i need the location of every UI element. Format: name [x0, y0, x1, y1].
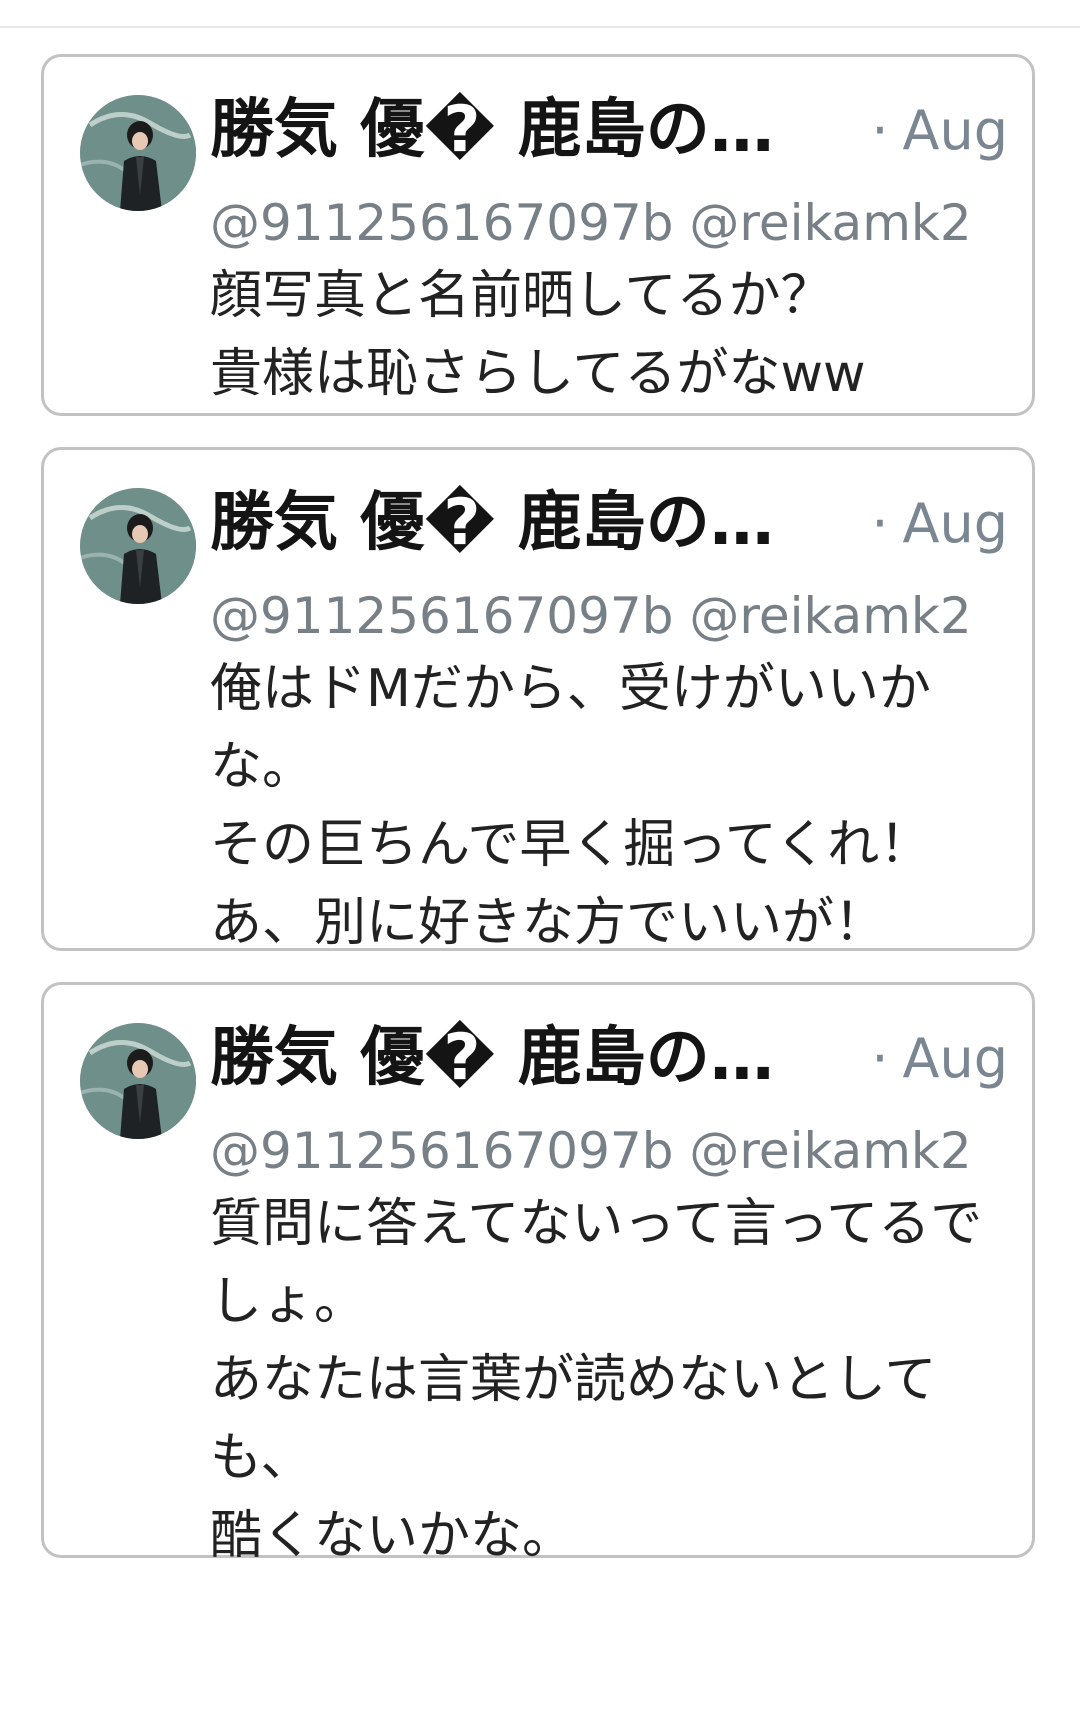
date-label: Aug: [902, 492, 1008, 555]
display-name[interactable]: 勝気 優� 鹿島の絵...: [210, 1013, 830, 1103]
tweet-date[interactable]: · Aug: [871, 1017, 1008, 1101]
tweet-text: 俺はドMだから、受けがいいかな。 その巨ちんで早く掘ってくれ！ あ、別に好きな方…: [210, 659, 932, 953]
avatar-image-icon: [80, 95, 196, 211]
avatar-image-icon: [80, 488, 196, 604]
tweet-date[interactable]: · Aug: [871, 482, 1008, 566]
separator-dot: ·: [871, 1027, 889, 1090]
display-name[interactable]: 勝気 優� 鹿島の絵...: [210, 85, 830, 175]
reply-handles[interactable]: @911256167097b @reikamk2: [210, 185, 972, 261]
tweet-date[interactable]: · Aug: [871, 89, 1008, 173]
avatar[interactable]: [80, 488, 196, 604]
tweet-card[interactable]: 勝気 優� 鹿島の絵... · Aug @911256167097b @reika…: [41, 447, 1035, 953]
tweet-card[interactable]: 勝気 優� 鹿島の絵... · Aug @911256167097b @reika…: [41, 54, 1035, 416]
tweet-card[interactable]: 勝気 優� 鹿島の絵... · Aug @911256167097b @reika…: [41, 982, 1035, 1566]
top-divider: [0, 26, 1080, 28]
display-name[interactable]: 勝気 優� 鹿島の絵...: [210, 478, 830, 568]
tweet-text: 質問に答えてないって言ってるでしょ。 あなたは言葉が読めないとしても、 酷くない…: [210, 1194, 983, 1566]
avatar[interactable]: [80, 1023, 196, 1139]
separator-dot: ·: [871, 99, 889, 162]
reply-handles[interactable]: @911256167097b @reikamk2: [210, 578, 972, 654]
avatar[interactable]: [80, 95, 196, 211]
separator-dot: ·: [871, 492, 889, 555]
avatar-image-icon: [80, 1023, 196, 1139]
date-label: Aug: [902, 1027, 1008, 1090]
date-label: Aug: [902, 99, 1008, 162]
reply-handles[interactable]: @911256167097b @reikamk2: [210, 1113, 972, 1189]
tweet-text: 顔写真と名前晒してるか？ 貴様は恥さらしてるがなww: [210, 266, 866, 404]
